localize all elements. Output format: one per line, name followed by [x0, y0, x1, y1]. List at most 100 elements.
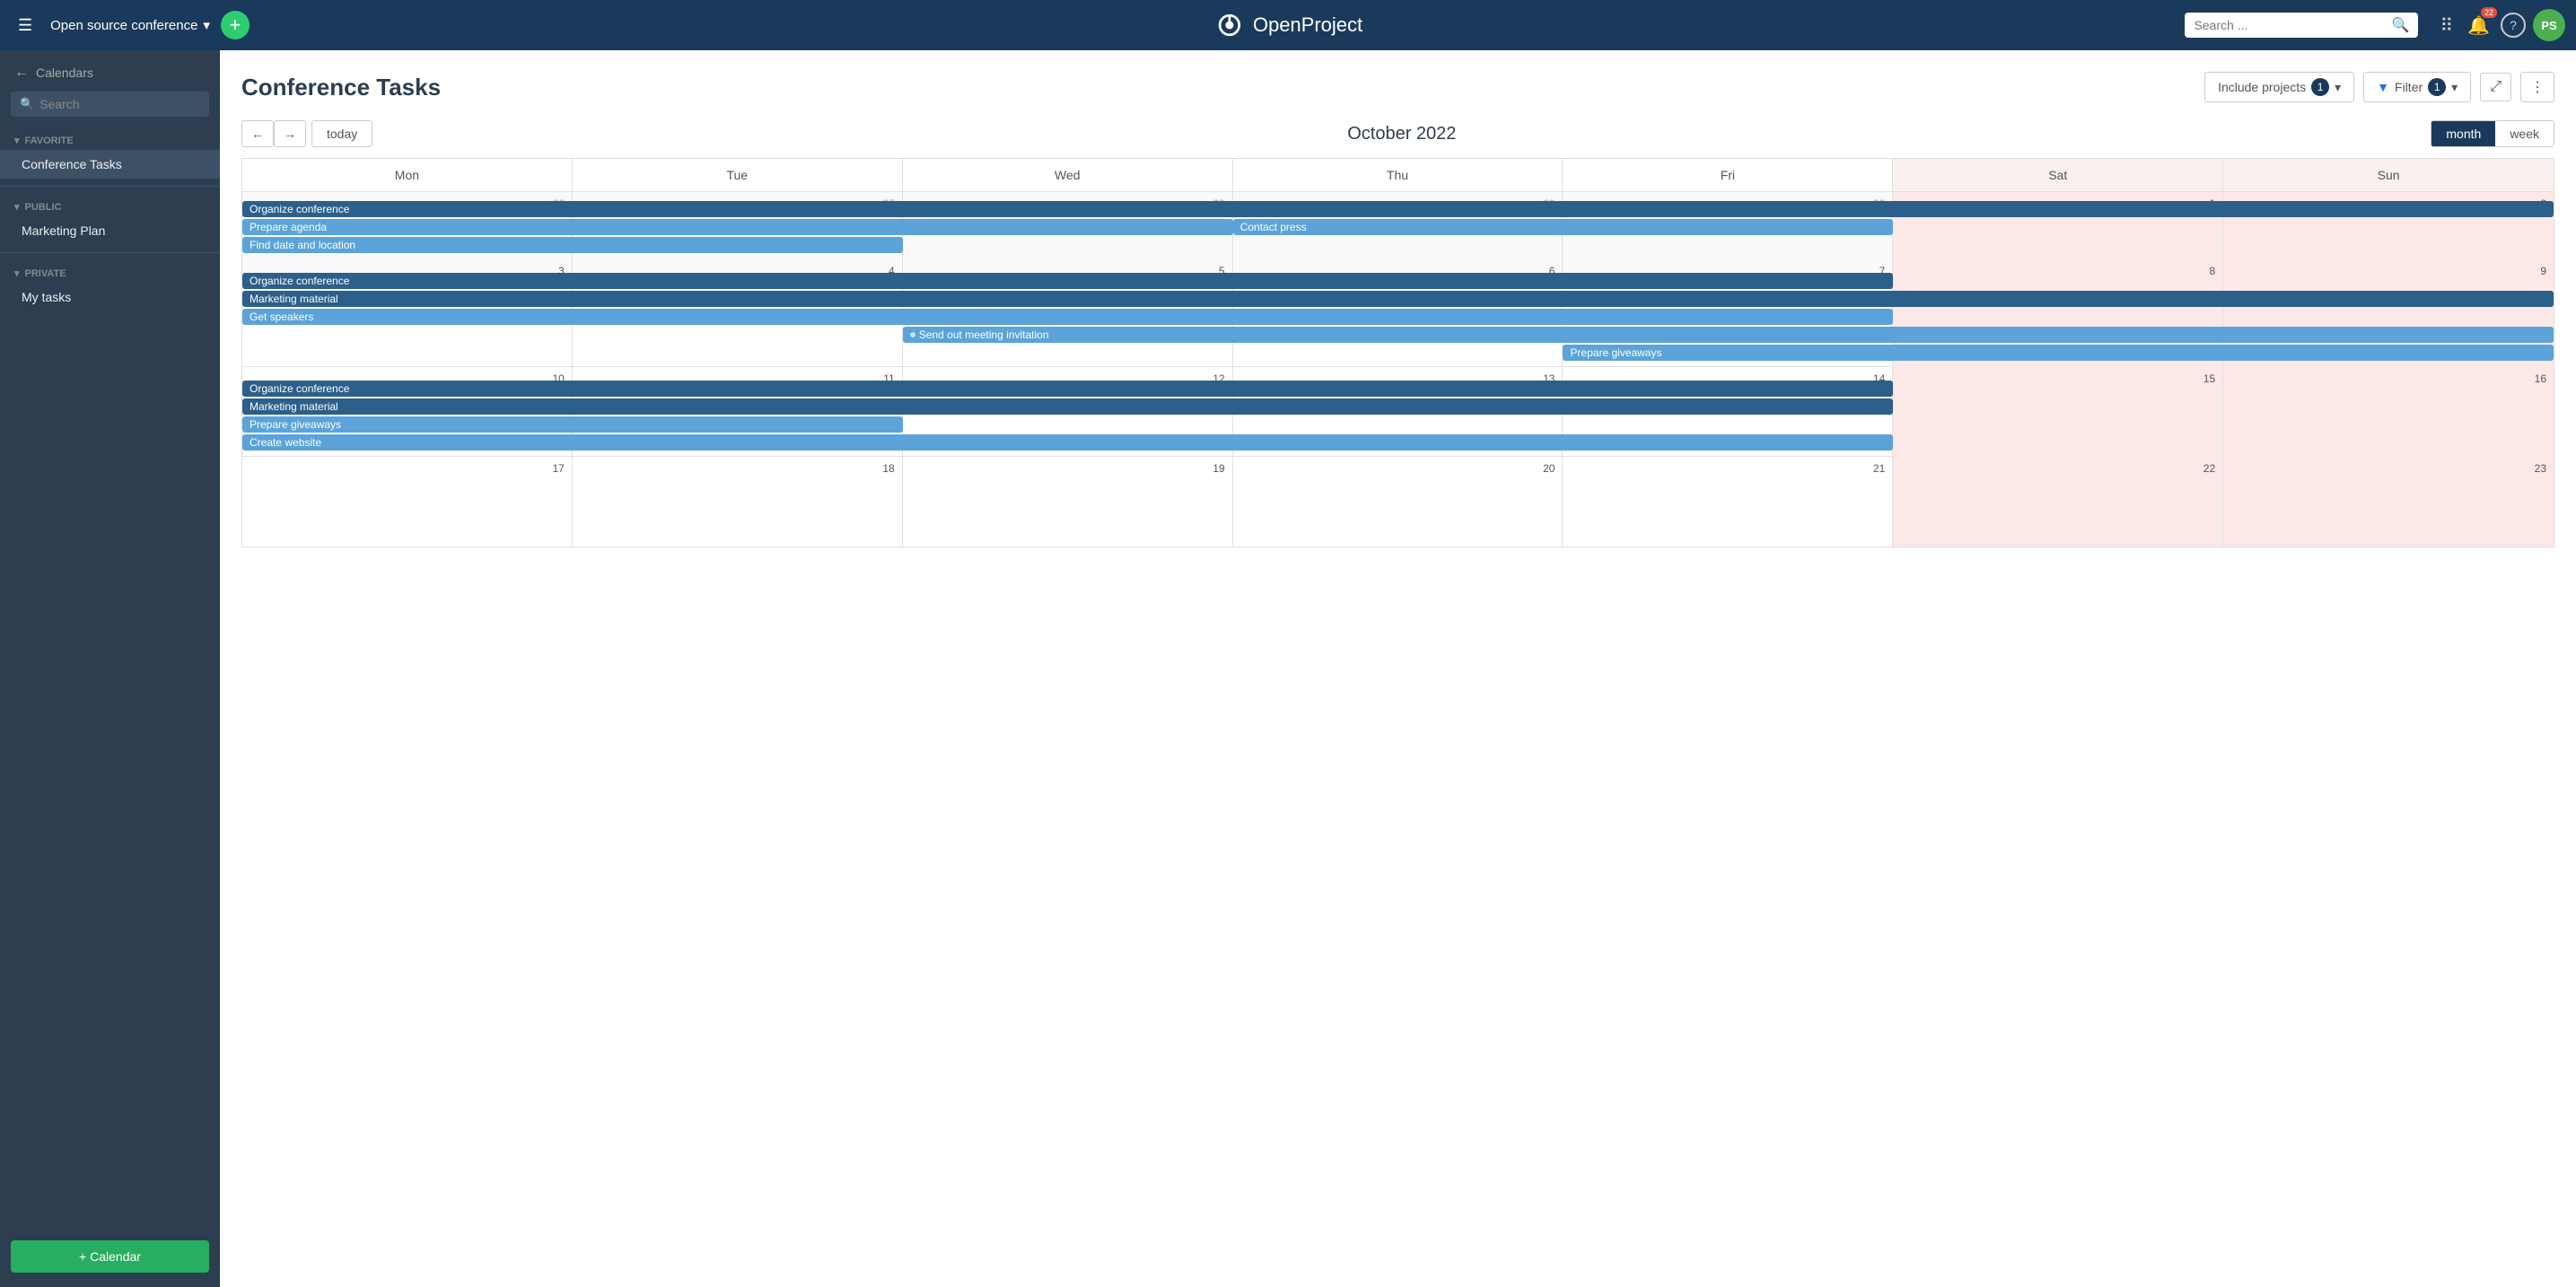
event-send-meeting-invitation[interactable]: Send out meeting invitation: [903, 327, 2554, 343]
day-num: 20: [1237, 460, 1559, 477]
event-create-website[interactable]: Create website: [242, 434, 1893, 451]
week-row-2: 3 4 5 6 7 8 9: [242, 259, 2554, 367]
global-search-box[interactable]: 🔍: [2185, 13, 2418, 38]
section-favorite-label: FAVORITE: [25, 136, 74, 146]
help-icon[interactable]: ?: [2501, 13, 2526, 38]
sidebar-item-my-tasks[interactable]: My tasks: [0, 283, 220, 311]
project-selector[interactable]: Open source conference ▾: [50, 17, 210, 33]
day-header-wed: Wed: [903, 159, 1233, 192]
day-num: 9: [2227, 263, 2550, 279]
week-row-1: 26 27 28 29 30 1 2: [242, 192, 2554, 259]
sidebar-search-input[interactable]: [39, 97, 200, 111]
chevron-down-icon: ▾: [2451, 80, 2458, 95]
sidebar-search-box[interactable]: 🔍: [11, 92, 209, 117]
notifications-icon[interactable]: 🔔 22: [2464, 11, 2493, 40]
prev-button[interactable]: ←: [241, 120, 274, 147]
section-private-label: PRIVATE: [25, 268, 66, 279]
nav-icons: ⠿ 🔔 22 ? PS: [2436, 9, 2565, 41]
event-marketing-material[interactable]: Marketing material: [242, 291, 2554, 307]
divider-2: [0, 252, 220, 253]
chevron-down-icon: ▾: [2335, 80, 2341, 95]
day-num: 19: [907, 460, 1229, 477]
cell-oct23: 23: [2223, 457, 2554, 547]
view-toggle: month week: [2431, 120, 2554, 147]
week-view-button[interactable]: week: [2495, 121, 2554, 146]
event-organize-conference-3[interactable]: Organize conference: [242, 381, 1893, 397]
section-favorite[interactable]: ▾ Conference Tasks FAVORITE: [0, 127, 220, 150]
day-num: 8: [1897, 263, 2219, 279]
add-calendar-button[interactable]: + Calendar: [11, 1240, 209, 1273]
divider: [0, 186, 220, 187]
add-button[interactable]: +: [221, 11, 250, 39]
day-num: 15: [1897, 371, 2219, 387]
event-get-speakers[interactable]: Get speakers: [242, 309, 1893, 325]
day-header-thu: Thu: [1233, 159, 1564, 192]
cell-oct20: 20: [1233, 457, 1564, 547]
back-arrow-icon: ←: [14, 65, 29, 81]
event-row: Organize conference: [242, 201, 2554, 217]
cell-oct21: 21: [1563, 457, 1893, 547]
next-button[interactable]: →: [274, 120, 306, 147]
sidebar-item-conference-tasks[interactable]: Conference Tasks: [0, 150, 220, 179]
fullscreen-button[interactable]: ⤢: [2480, 73, 2511, 101]
include-label: Include projects: [2218, 80, 2306, 94]
chevron-down-icon: ▾: [14, 135, 20, 146]
day-num: 22: [1897, 460, 2219, 477]
sidebar-back-button[interactable]: ← Calendars: [0, 50, 220, 88]
day-header-tue: Tue: [573, 159, 903, 192]
sidebar-back-label: Calendars: [36, 66, 93, 80]
cell-oct17: 17: [242, 457, 573, 547]
event-find-date-location[interactable]: Find date and location: [242, 237, 903, 253]
chevron-down-icon: ▾: [14, 201, 20, 213]
chevron-down-icon: ▾: [14, 267, 20, 279]
section-public-label: PUBLIC: [25, 202, 62, 213]
calendar-nav-row: ← → today October 2022 month week: [241, 120, 2554, 147]
filter-count: 1: [2428, 78, 2446, 96]
day-header-sat: Sat: [1893, 159, 2223, 192]
event-organize-conference-2[interactable]: Organize conference: [242, 273, 1893, 289]
top-nav: ☰ Open source conference ▾ + OpenProject…: [0, 0, 2576, 50]
chevron-down-icon: ▾: [203, 17, 210, 33]
hamburger-icon[interactable]: ☰: [11, 13, 39, 39]
section-private[interactable]: ▾ PRIVATE: [0, 260, 220, 283]
filter-button[interactable]: ▼ Filter 1 ▾: [2363, 72, 2471, 102]
more-options-button[interactable]: ⋮: [2520, 72, 2554, 102]
day-headers: Mon Tue Wed Thu Fri Sat Sun: [242, 159, 2554, 192]
event-contact-press[interactable]: Contact press: [1233, 219, 1894, 235]
day-header-sun: Sun: [2223, 159, 2554, 192]
main-content: Conference Tasks Include projects 1 ▾ ▼ …: [220, 50, 2576, 1287]
notification-badge: 22: [2481, 7, 2497, 18]
resize-handle[interactable]: [216, 50, 220, 1287]
cell-oct22: 22: [1893, 457, 2223, 547]
search-icon: 🔍: [2392, 16, 2410, 34]
logo: OpenProject: [1214, 13, 1362, 38]
week-4-cells: 17 18 19 20 21 22 23: [242, 457, 2554, 547]
sidebar-item-marketing-plan[interactable]: Marketing Plan: [0, 216, 220, 245]
openproject-logo-icon: [1214, 13, 1246, 38]
include-count: 1: [2311, 78, 2329, 96]
calendar-header: Conference Tasks Include projects 1 ▾ ▼ …: [241, 72, 2554, 102]
day-num: 17: [246, 460, 568, 477]
page-title: Conference Tasks: [241, 74, 441, 101]
sidebar-search-icon: 🔍: [20, 97, 34, 111]
logo-text: OpenProject: [1253, 13, 1362, 37]
event-organize-conference[interactable]: Organize conference: [242, 201, 2554, 217]
grid-icon[interactable]: ⠿: [2436, 11, 2457, 40]
section-public[interactable]: ▾ PUBLIC: [0, 194, 220, 216]
event-prepare-agenda[interactable]: Prepare agenda: [242, 219, 1233, 235]
month-view-button[interactable]: month: [2431, 121, 2495, 146]
event-prepare-giveaways-w2[interactable]: Prepare giveaways: [1563, 345, 2554, 361]
avatar[interactable]: PS: [2533, 9, 2565, 41]
event-marketing-material-3[interactable]: Marketing material: [242, 398, 1893, 415]
today-button[interactable]: today: [311, 120, 372, 147]
search-input[interactable]: [2194, 18, 2386, 32]
include-projects-button[interactable]: Include projects 1 ▾: [2204, 72, 2354, 102]
sidebar: ← Calendars 🔍 ▾ Conference Tasks FAVORIT…: [0, 50, 220, 1287]
cell-oct19: 19: [903, 457, 1233, 547]
day-num: 23: [2227, 460, 2550, 477]
event-prepare-giveaways-w3[interactable]: Prepare giveaways: [242, 416, 903, 433]
day-header-mon: Mon: [242, 159, 573, 192]
week-row-3: 10 11 12 13 14 15 16: [242, 367, 2554, 457]
cell-oct18: 18: [573, 457, 903, 547]
filter-icon: ▼: [2377, 80, 2389, 94]
